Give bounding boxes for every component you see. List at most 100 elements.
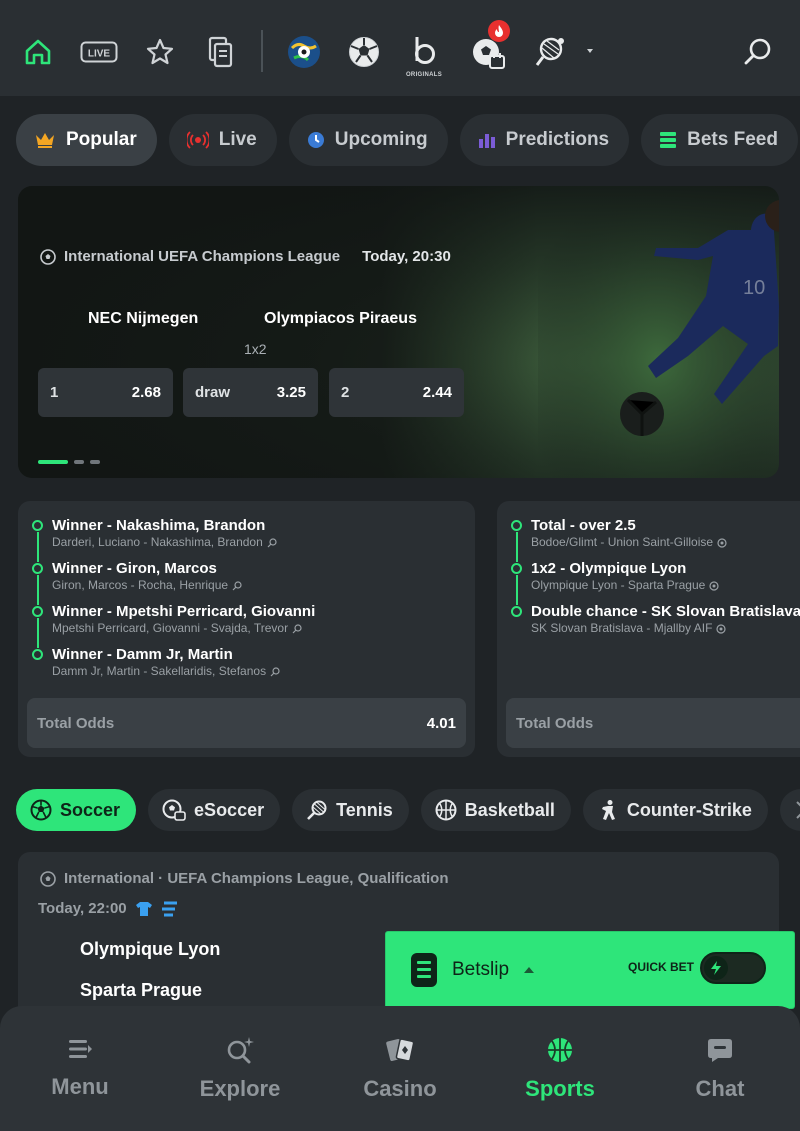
carousel-dot[interactable] [74, 460, 84, 464]
tab-upcoming[interactable]: Upcoming [288, 114, 448, 166]
chevron-up-icon [524, 967, 535, 973]
player-illustration: 10 [538, 186, 779, 478]
soccer-ball-icon [709, 580, 719, 591]
odd-button-draw[interactable]: draw 3.25 [183, 368, 318, 417]
tab-label: Soccer [60, 799, 121, 820]
toolbar-divider [261, 30, 263, 72]
betslip-label: Betslip [452, 959, 510, 980]
soccer-ball-icon [40, 248, 56, 265]
hero-match-date: Today, 20:30 [362, 248, 451, 265]
tab-counter-strike[interactable]: Counter-Strike [582, 789, 768, 831]
tennis-racket-icon [267, 537, 277, 547]
selection-title: Total - over 2.5 [531, 517, 636, 534]
clock-icon [307, 132, 324, 148]
nav-sports[interactable]: Sports [480, 1006, 640, 1131]
selection-title: 1x2 - Olympique Lyon [531, 560, 687, 577]
odd-label: 1 [50, 384, 59, 401]
betslip-doc-icon[interactable] [200, 30, 240, 74]
tab-popular[interactable]: Popular [16, 114, 157, 166]
selection-event: Bodoe/Glimt - Union Saint-Gilloise [531, 535, 714, 549]
nav-menu[interactable]: Menu [0, 1006, 160, 1131]
nav-explore[interactable]: Explore [160, 1006, 320, 1131]
nav-chat[interactable]: Chat [640, 1006, 800, 1131]
banner-overlay [18, 186, 538, 478]
hero-market-label: 1x2 [244, 341, 267, 357]
lightning-icon [704, 956, 728, 980]
star-icon[interactable] [140, 30, 180, 74]
bet-builder-card[interactable]: Total - over 2.5 Bodoe/Glimt - Union Sai… [497, 501, 800, 757]
menu-icon [69, 1040, 92, 1058]
bar-chart-icon [478, 134, 495, 148]
top-navigation-bar: LIVE ORIGINALS [0, 0, 800, 96]
betslip-icon [411, 953, 437, 987]
soccer-ball-icon [30, 799, 52, 821]
tab-label: eSoccer [194, 799, 265, 820]
match-home-team: Olympique Lyon [80, 939, 221, 959]
nav-casino[interactable]: Casino [320, 1006, 480, 1131]
total-odds-button[interactable]: Total Odds 4.01 [27, 698, 466, 748]
tab-label: Bets Feed [687, 129, 778, 150]
hot-soccer-icon[interactable] [468, 20, 510, 74]
home-icon[interactable] [18, 30, 58, 74]
betslip-bar[interactable]: Betslip QUICK BET [386, 932, 794, 1008]
sport-tabs: Soccer eSoccer Tennis Basketball Counter… [16, 789, 800, 831]
tab-soccer[interactable]: Soccer [16, 789, 137, 831]
total-odds-value: 4.01 [426, 714, 456, 732]
basketball-icon [435, 799, 457, 821]
category-tabs: Popular Live Upcoming Predictions Bets F… [16, 114, 800, 166]
selection-title: Winner - Nakashima, Brandon [52, 517, 266, 534]
match-away-team: Sparta Prague [80, 980, 203, 1000]
live-icon[interactable]: LIVE [78, 30, 120, 74]
total-odds-label: Total Odds [37, 714, 115, 732]
chat-icon [708, 1039, 732, 1062]
selection-dot [511, 520, 522, 531]
tennis-icon[interactable] [530, 30, 600, 74]
tab-more-sports[interactable] [779, 789, 800, 831]
carousel-dot[interactable] [38, 460, 68, 464]
nav-label: Casino [363, 1076, 437, 1101]
tab-esoccer[interactable]: eSoccer [148, 789, 281, 831]
odd-button-home[interactable]: 1 2.68 [38, 368, 173, 417]
selection-event: Mpetshi Perricard, Giovanni - Svajda, Tr… [52, 621, 289, 635]
tennis-racket-icon [270, 666, 280, 676]
selection-title: Double chance - SK Slovan Bratislava [531, 603, 800, 620]
bet-builder-card[interactable]: Winner - Nakashima, Brandon Darderi, Luc… [18, 501, 475, 757]
selection-event: Olympique Lyon - Sparta Prague [531, 578, 706, 592]
selection-title: Winner - Damm Jr, Martin [52, 646, 233, 663]
featured-match-banner[interactable]: 10 International UEFA Champions League T… [18, 186, 779, 478]
quick-bet-toggle[interactable] [700, 952, 766, 984]
selection-event: Darderi, Luciano - Nakashima, Brandon [52, 535, 263, 549]
soccer-ball-icon[interactable] [344, 30, 384, 74]
tab-tennis[interactable]: Tennis [292, 789, 409, 831]
match-league-row: International · UEFA Champions League, Q… [40, 870, 449, 887]
tab-bets-feed[interactable]: Bets Feed [641, 114, 798, 166]
odd-button-away[interactable]: 2 2.44 [329, 368, 464, 417]
esoccer-icon [162, 799, 186, 821]
selection-subtitle: SK Slovan Bratislava - Mjallby AIF [531, 621, 800, 636]
bet-builder-selection: Winner - Damm Jr, Martin Damm Jr, Martin… [30, 646, 467, 689]
world-cup-icon[interactable] [284, 30, 324, 74]
odd-label: draw [195, 384, 231, 401]
tab-predictions[interactable]: Predictions [459, 114, 630, 166]
soccer-ball-icon [717, 537, 727, 548]
carousel-dot[interactable] [90, 460, 100, 464]
tennis-racket-icon [232, 580, 242, 590]
selection-event: SK Slovan Bratislava - Mjallby AIF [531, 621, 713, 635]
selection-event: Giron, Marcos - Rocha, Henrique [52, 578, 229, 592]
jersey-icon [135, 901, 152, 916]
originals-icon[interactable]: ORIGINALS [404, 30, 444, 78]
tab-basketball[interactable]: Basketball [420, 789, 571, 831]
tab-label: Upcoming [334, 129, 428, 150]
tab-live[interactable]: Live [168, 114, 277, 166]
tab-label: Tennis [336, 799, 393, 820]
counter-strike-icon [601, 800, 615, 820]
tab-label: Basketball [464, 799, 555, 820]
total-odds-button[interactable]: Total Odds [506, 698, 800, 748]
hero-league-row: International UEFA Champions League Toda… [40, 248, 480, 265]
search-icon[interactable] [738, 30, 778, 74]
basketball-icon [548, 1038, 572, 1062]
live-signal-icon [186, 131, 209, 149]
hero-home-team: NEC Nijmegen [88, 310, 199, 327]
tab-label: Counter-Strike [626, 799, 752, 820]
selection-subtitle: Darderi, Luciano - Nakashima, Brandon [52, 535, 467, 550]
